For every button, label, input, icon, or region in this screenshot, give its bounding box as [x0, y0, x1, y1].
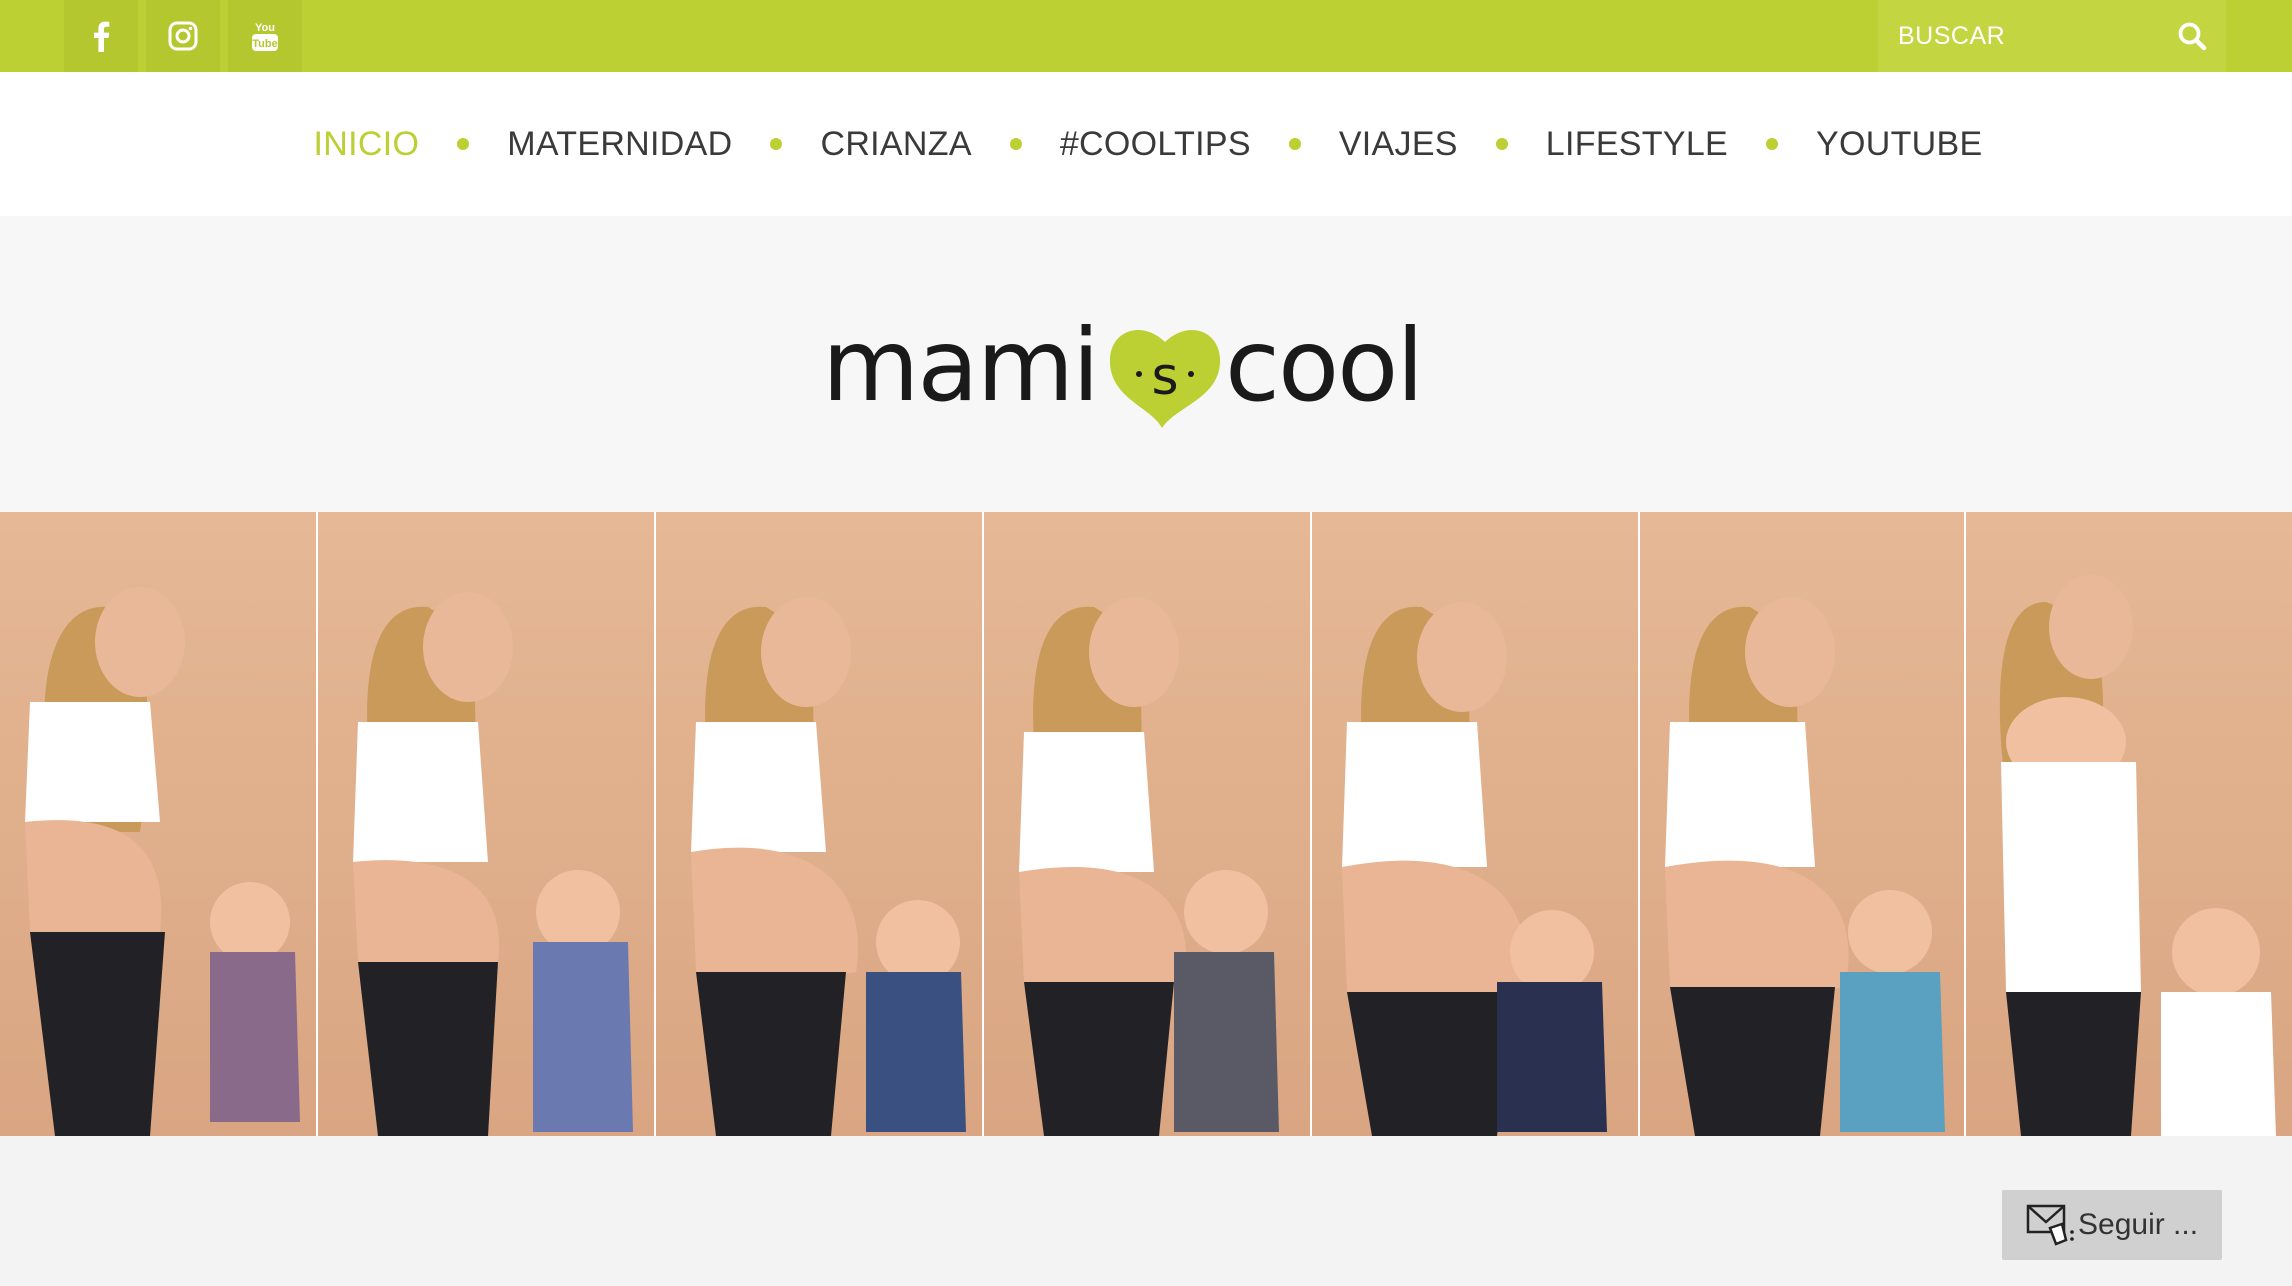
search-icon: [2178, 22, 2207, 51]
content-area: [0, 1136, 2292, 1286]
instagram-link[interactable]: [146, 0, 220, 72]
banner-photo-7: [1966, 512, 2292, 1136]
banner-photo-2: [318, 512, 654, 1136]
facebook-icon: [94, 21, 110, 52]
follow-mail-icon: [2026, 1204, 2074, 1246]
svg-text:Tube: Tube: [252, 38, 277, 50]
top-bar: You Tube: [0, 0, 2292, 72]
site-logo[interactable]: mami s cool: [820, 288, 1470, 443]
main-navigation: INICIO MATERNIDAD CRIANZA #COOLTIPS VIAJ…: [0, 72, 2292, 216]
banner-photo-6: [1640, 512, 1964, 1136]
site-header: mami s cool: [0, 216, 2292, 512]
nav-item-youtube[interactable]: YOUTUBE: [1816, 125, 1982, 164]
search-input[interactable]: [1878, 0, 2158, 72]
svg-text:mami: mami: [822, 307, 1098, 424]
instagram-icon: [168, 21, 198, 51]
banner-photo-1: [0, 512, 316, 1136]
banner-photo-5: [1312, 512, 1638, 1136]
nav-item-maternidad[interactable]: MATERNIDAD: [507, 125, 732, 164]
nav-item-lifestyle[interactable]: LIFESTYLE: [1546, 125, 1728, 164]
svg-text:cool: cool: [1225, 307, 1422, 424]
nav-item-inicio[interactable]: INICIO: [314, 125, 420, 164]
nav-item-viajes[interactable]: VIAJES: [1339, 125, 1458, 164]
svg-text:You: You: [255, 22, 275, 34]
banner-photo-4: [984, 512, 1310, 1136]
nav-separator: [1009, 138, 1022, 150]
banner-photo-3: [656, 512, 982, 1136]
nav-separator: [1288, 138, 1301, 150]
youtube-icon: You Tube: [252, 22, 278, 51]
nav-separator: [770, 138, 783, 150]
hero-banner: [0, 512, 2292, 1136]
nav-item-crianza[interactable]: CRIANZA: [820, 125, 971, 164]
follow-button[interactable]: Seguir ...: [2002, 1190, 2222, 1260]
search-button[interactable]: [2158, 0, 2226, 72]
nav-item-cooltips[interactable]: #COOLTIPS: [1060, 125, 1251, 164]
search-box: [1878, 0, 2226, 72]
nav-separator: [1495, 138, 1508, 150]
svg-text:s: s: [1151, 347, 1178, 407]
facebook-link[interactable]: [64, 0, 138, 72]
nav-separator: [1766, 138, 1779, 150]
follow-label: Seguir ...: [2078, 1208, 2199, 1241]
nav-separator: [457, 138, 470, 150]
youtube-link[interactable]: You Tube: [228, 0, 302, 72]
